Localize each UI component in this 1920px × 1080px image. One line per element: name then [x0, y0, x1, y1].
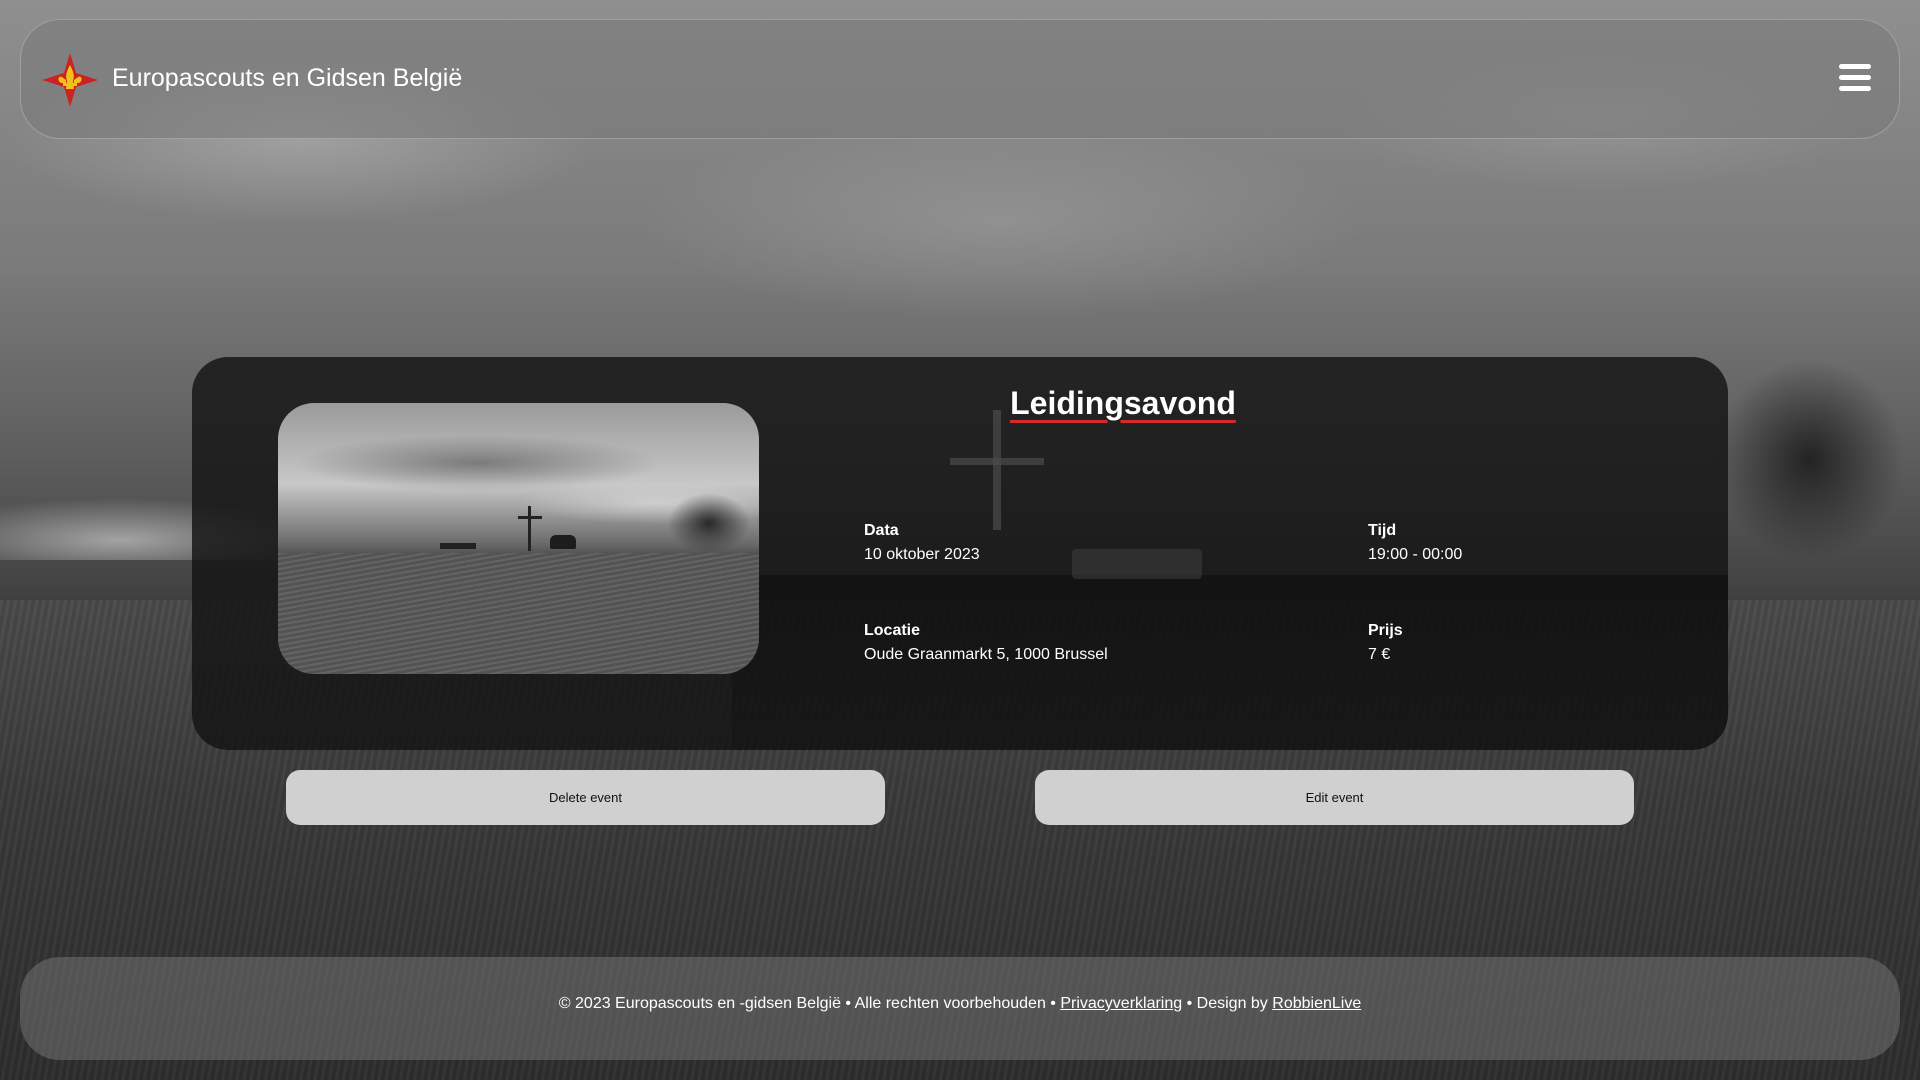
site-brand-title[interactable]: Europascouts en Gidsen België: [112, 64, 462, 93]
time-label: Tijd: [1368, 522, 1397, 539]
privacy-link[interactable]: Privacyverklaring: [1060, 995, 1182, 1012]
event-title: Leidingsavond: [1010, 385, 1236, 421]
event-card: Leidingsavond Data 10 oktober 2023 Tijd …: [192, 357, 1728, 750]
date-value: 10 oktober 2023: [864, 546, 980, 563]
footer-text: © 2023 Europascouts en -gidsen België • …: [20, 995, 1900, 1013]
price-label: Prijs: [1368, 622, 1403, 639]
edit-event-button[interactable]: Edit event: [1035, 770, 1634, 825]
footer-copyright: © 2023 Europascouts en -gidsen België • …: [558, 995, 1056, 1012]
location-value: Oude Graanmarkt 5, 1000 Brussel: [864, 646, 1108, 663]
location-label: Locatie: [864, 622, 921, 639]
date-label: Data: [864, 522, 899, 539]
site-header: Europascouts en Gidsen België: [20, 19, 1900, 139]
delete-event-button[interactable]: Delete event: [286, 770, 885, 825]
site-footer: © 2023 Europascouts en -gidsen België • …: [20, 957, 1900, 1060]
price-value: 7 €: [1368, 646, 1391, 663]
scout-logo-icon[interactable]: [40, 51, 100, 109]
hamburger-menu-icon[interactable]: [1839, 64, 1871, 96]
designer-link[interactable]: RobbienLive: [1272, 995, 1361, 1012]
event-image: [278, 403, 759, 674]
footer-design-prefix: • Design by: [1186, 995, 1268, 1012]
time-value: 19:00 - 00:00: [1368, 546, 1463, 563]
